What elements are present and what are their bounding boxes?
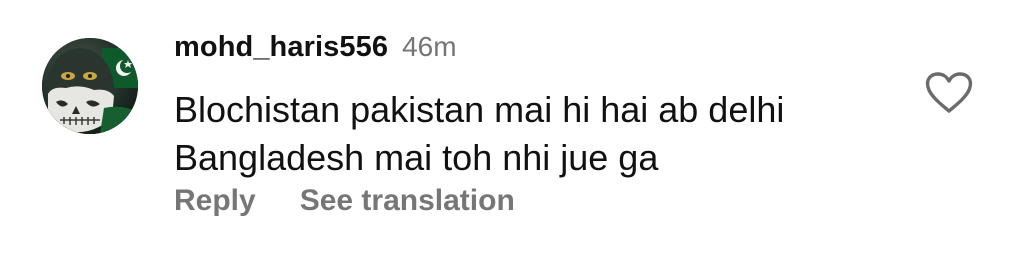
comment-text-line: Blochistan pakistan mai hi hai ab delhi [174, 89, 785, 130]
avatar-image [42, 38, 138, 134]
comment-text: Blochistan pakistan mai hi hai ab delhi … [174, 86, 874, 182]
username-link[interactable]: mohd_haris556 [174, 31, 388, 64]
comment-text-line: Bangladesh mai toh nhi jue ga [174, 137, 659, 178]
heart-outline-icon [925, 72, 973, 113]
comment-actions: Reply See translation [174, 184, 515, 218]
comment: mohd_haris556 46m Blochistan pakistan ma… [0, 0, 1024, 262]
see-translation-button[interactable]: See translation [300, 184, 515, 218]
like-button[interactable] [924, 70, 974, 116]
timestamp: 46m [402, 31, 457, 62]
comment-meta: mohd_haris556 46m [174, 31, 457, 71]
reply-button[interactable]: Reply [174, 184, 256, 218]
user-avatar[interactable] [42, 38, 138, 134]
